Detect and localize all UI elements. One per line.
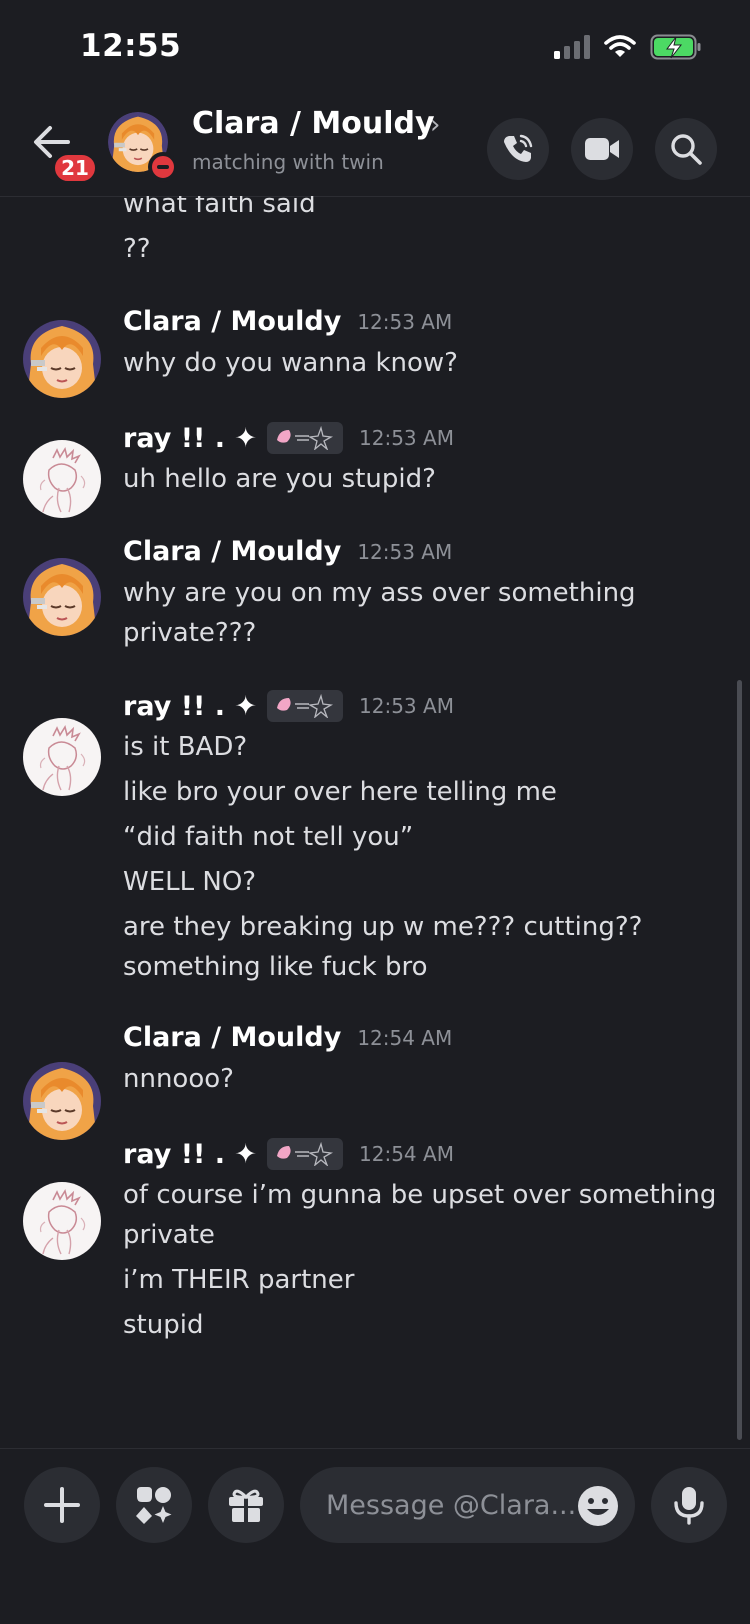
clan-tag-badge[interactable] — [267, 422, 344, 454]
timestamp: 12:54 AM — [357, 1025, 453, 1050]
chevron-right-icon[interactable]: › — [430, 110, 440, 140]
message-header: ray !! . ✦ 12:53 AM — [123, 422, 454, 454]
tag-badge-icon — [276, 1143, 332, 1166]
tag-badge-icon — [276, 427, 332, 450]
message-text: of course i’m gunna be upset over someth… — [123, 1180, 717, 1210]
avatar[interactable] — [23, 440, 101, 518]
avatar[interactable] — [23, 1062, 101, 1140]
author-name[interactable]: ray !! . ✦ — [123, 1139, 257, 1170]
status-time: 12:55 — [80, 28, 182, 64]
message-text: why are you on my ass over something — [123, 578, 636, 608]
search-button[interactable] — [655, 118, 717, 180]
apps-button[interactable] — [116, 1467, 192, 1543]
timestamp: 12:53 AM — [359, 426, 454, 450]
message-header: ray !! . ✦ 12:54 AM — [123, 1138, 454, 1170]
author-name[interactable]: Clara / Mouldy — [123, 1022, 341, 1053]
message-text: ?? — [123, 234, 151, 264]
message-header: ray !! . ✦ 12:53 AM — [123, 690, 454, 722]
add-attachment-button[interactable] — [24, 1467, 100, 1543]
message-input-placeholder: Message @Clara... — [326, 1489, 577, 1521]
gift-icon — [229, 1489, 263, 1522]
voice-message-button[interactable] — [651, 1467, 727, 1543]
status-icons — [554, 34, 702, 64]
message-list[interactable]: what faith said ?? Clara / Mouldy 12:53 … — [0, 196, 750, 1446]
unread-count-badge: 21 — [52, 152, 98, 184]
message-composer: Message @Clara... — [0, 1448, 750, 1624]
clan-tag-badge[interactable] — [267, 1138, 344, 1170]
message-text: WELL NO? — [123, 867, 257, 897]
message-text: why do you wanna know? — [123, 348, 458, 378]
message-text: are they breaking up w me??? cutting?? — [123, 912, 643, 942]
plus-icon — [44, 1487, 80, 1523]
timestamp: 12:53 AM — [357, 309, 453, 334]
avatar[interactable] — [23, 320, 101, 398]
message-input[interactable]: Message @Clara... — [300, 1467, 635, 1543]
chat-header: 21 Clara / Mouldy › matching with twin — [0, 100, 750, 197]
gift-button[interactable] — [208, 1467, 284, 1543]
voice-call-button[interactable] — [487, 118, 549, 180]
battery-charging-icon — [650, 34, 702, 64]
avatar[interactable] — [23, 718, 101, 796]
message-text: is it BAD? — [123, 732, 248, 762]
message-text: i’m THEIR partner — [123, 1265, 355, 1295]
message-header: Clara / Mouldy 12:54 AM — [123, 1022, 452, 1053]
video-call-button[interactable] — [571, 118, 633, 180]
status-bar: 12:55 — [0, 0, 750, 100]
message-text: uh hello are you stupid? — [123, 464, 436, 494]
message-text: something like fuck bro — [123, 952, 428, 982]
author-name[interactable]: ray !! . ✦ — [123, 691, 257, 722]
message-header: Clara / Mouldy 12:53 AM — [123, 536, 452, 567]
message-text: “did faith not tell you” — [123, 822, 414, 852]
emoji-icon[interactable] — [577, 1485, 619, 1527]
signal-icon — [554, 35, 590, 63]
microphone-icon — [674, 1487, 704, 1525]
message-text: like bro your over here telling me — [123, 777, 557, 807]
timestamp: 12:53 AM — [357, 539, 453, 564]
phone-call-icon — [504, 134, 533, 162]
chat-subtitle: matching with twin — [192, 150, 384, 174]
video-camera-icon — [585, 138, 619, 160]
message-text: private??? — [123, 618, 257, 648]
message-text: what faith said — [123, 196, 316, 219]
avatar[interactable] — [23, 1182, 101, 1260]
message-text: private — [123, 1220, 215, 1250]
search-icon — [671, 134, 702, 165]
author-name[interactable]: Clara / Mouldy — [123, 306, 341, 337]
scrollbar-thumb[interactable] — [737, 680, 742, 1440]
tag-badge-icon — [276, 695, 332, 718]
apps-icon — [136, 1487, 172, 1524]
timestamp: 12:54 AM — [359, 1142, 454, 1166]
message-text: nnnooo? — [123, 1064, 234, 1094]
author-name[interactable]: Clara / Mouldy — [123, 536, 341, 567]
avatar[interactable] — [23, 558, 101, 636]
chat-title[interactable]: Clara / Mouldy — [192, 106, 435, 141]
message-header: Clara / Mouldy 12:53 AM — [123, 306, 452, 337]
clan-tag-badge[interactable] — [267, 690, 344, 722]
message-text: stupid — [123, 1310, 204, 1340]
timestamp: 12:53 AM — [359, 694, 454, 718]
dnd-status-icon — [148, 152, 178, 182]
author-name[interactable]: ray !! . ✦ — [123, 423, 257, 454]
wifi-icon — [604, 35, 636, 63]
